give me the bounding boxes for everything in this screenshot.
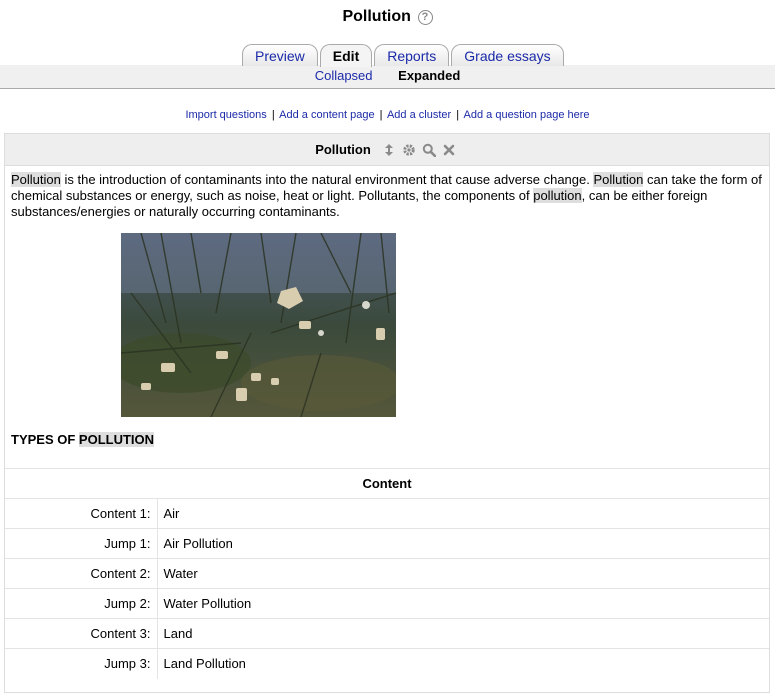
subtab-collapsed[interactable]: Collapsed bbox=[315, 68, 373, 83]
row-value: Air bbox=[157, 498, 769, 529]
settings-icon[interactable] bbox=[402, 143, 416, 157]
page-actions: Import questions | Add a content page | … bbox=[0, 109, 775, 121]
table-row: Jump 1: Air Pollution bbox=[5, 528, 769, 559]
table-row: Content 3: Land bbox=[5, 618, 769, 649]
lesson-page-box: Pollution Pollution is the introduction … bbox=[4, 133, 770, 693]
intro-text: is the introduction of contaminants into… bbox=[60, 172, 594, 187]
separator: | bbox=[456, 109, 460, 121]
pollution-photo bbox=[121, 233, 396, 417]
row-label: Content 3: bbox=[5, 618, 158, 649]
highlighted-term: POLLUTION bbox=[78, 432, 155, 447]
row-label: Jump 3: bbox=[5, 648, 158, 679]
types-heading: TYPES OF POLLUTION bbox=[11, 432, 155, 447]
lesson-page-header: Pollution bbox=[5, 134, 769, 166]
move-icon[interactable] bbox=[382, 143, 396, 157]
types-heading-text: TYPES OF bbox=[11, 432, 79, 447]
table-row: Jump 2: Water Pollution bbox=[5, 588, 769, 619]
add-content-page-link[interactable]: Add a content page bbox=[279, 109, 374, 121]
row-value: Land bbox=[157, 618, 769, 649]
row-value: Water Pollution bbox=[157, 588, 769, 619]
separator: | bbox=[271, 109, 275, 121]
page-intro: Pollution is the introduction of contami… bbox=[11, 172, 763, 220]
content-header: Content bbox=[5, 468, 769, 499]
row-label: Content 1: bbox=[5, 498, 158, 529]
tab-reports[interactable]: Reports bbox=[374, 44, 450, 66]
subtabs: Collapsed Expanded bbox=[0, 68, 775, 83]
subtab-expanded[interactable]: Expanded bbox=[398, 68, 460, 83]
page-heading: Pollution ? bbox=[0, 8, 775, 26]
row-label: Jump 1: bbox=[5, 528, 158, 559]
row-label: Content 2: bbox=[5, 558, 158, 589]
row-value: Air Pollution bbox=[157, 528, 769, 559]
highlighted-term: Pollution bbox=[11, 172, 61, 187]
page-title: Pollution bbox=[342, 8, 411, 25]
tab-grade-essays[interactable]: Grade essays bbox=[451, 44, 564, 66]
tab-preview[interactable]: Preview bbox=[242, 44, 318, 66]
row-value: Water bbox=[157, 558, 769, 589]
row-label: Jump 2: bbox=[5, 588, 158, 619]
content-table: Content Content 1: Air Jump 1: Air Pollu… bbox=[5, 468, 769, 679]
import-questions-link[interactable]: Import questions bbox=[185, 109, 266, 121]
add-cluster-link[interactable]: Add a cluster bbox=[387, 109, 451, 121]
highlighted-term: pollution bbox=[533, 188, 582, 203]
table-row: Content 1: Air bbox=[5, 498, 769, 529]
tabs: Preview Edit Reports Grade essays bbox=[242, 44, 566, 67]
separator: | bbox=[379, 109, 383, 121]
tab-edit[interactable]: Edit bbox=[319, 44, 373, 67]
highlighted-term: Pollution bbox=[593, 172, 644, 187]
add-question-page-link[interactable]: Add a question page here bbox=[464, 109, 590, 121]
row-value: Land Pollution bbox=[157, 648, 769, 679]
help-icon[interactable]: ? bbox=[417, 9, 433, 25]
delete-icon[interactable] bbox=[442, 143, 456, 157]
table-header-row: Content bbox=[5, 468, 769, 499]
preview-icon[interactable] bbox=[422, 143, 436, 157]
table-row: Jump 3: Land Pollution bbox=[5, 648, 769, 679]
lesson-page-title: Pollution bbox=[315, 142, 371, 157]
table-row: Content 2: Water bbox=[5, 558, 769, 589]
